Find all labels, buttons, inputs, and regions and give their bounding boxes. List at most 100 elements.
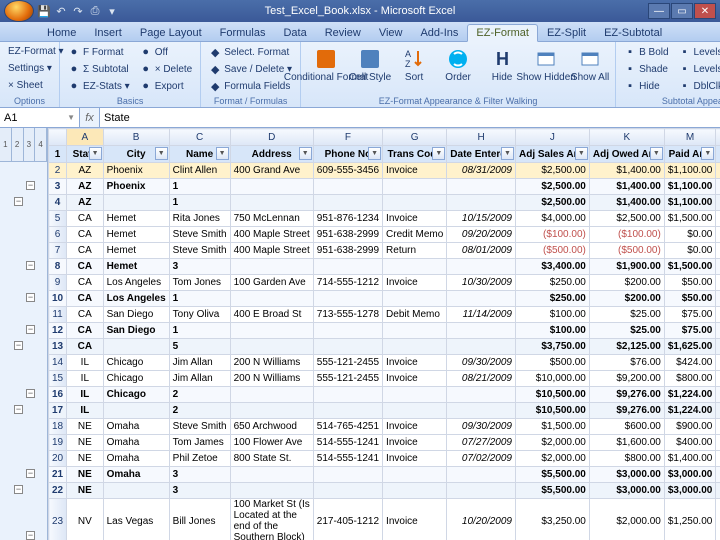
col-header-C[interactable]: C (169, 129, 230, 146)
field-header[interactable]: State▼ (67, 146, 103, 163)
cell[interactable]: $2,000.00 (515, 451, 589, 467)
field-header[interactable]: Pct of Sale▼ (716, 146, 720, 163)
ribbon-btn[interactable]: ◆Save / Delete ▾ (205, 61, 296, 77)
field-header[interactable]: Adj Owed Amt▼ (589, 146, 664, 163)
cell[interactable]: $1,900.00 (589, 259, 664, 275)
show-hidden-button[interactable]: Show Hidden (525, 44, 567, 95)
cell[interactable]: $9,276.00 (589, 403, 664, 419)
cell[interactable]: 56.00% (716, 195, 720, 211)
cell[interactable]: 713-555-1278 (313, 307, 382, 323)
cell[interactable]: $1,100.00 (664, 195, 716, 211)
cell[interactable]: Tony Oliva (169, 307, 230, 323)
cell[interactable]: NE (67, 451, 103, 467)
row-header-20[interactable]: 20 (49, 451, 67, 467)
cell[interactable]: $25.00 (589, 307, 664, 323)
cell[interactable]: $1,500.00 (515, 419, 589, 435)
row-header-3[interactable]: 3 (49, 179, 67, 195)
cell[interactable]: 650 Archwood (230, 419, 313, 435)
cell[interactable] (313, 195, 382, 211)
tab-ezsplit[interactable]: EZ-Split (538, 24, 595, 41)
cell[interactable]: 09/30/2009 (447, 355, 516, 371)
cell[interactable]: Rita Jones (169, 211, 230, 227)
cell[interactable] (230, 403, 313, 419)
cell[interactable]: 08/21/2009 (447, 371, 516, 387)
cell[interactable]: NE (67, 435, 103, 451)
cell[interactable]: 555-121-2455 (313, 355, 382, 371)
cell[interactable]: 5 (169, 339, 230, 355)
row-header-9[interactable]: 9 (49, 275, 67, 291)
cell[interactable]: $4,000.00 (515, 211, 589, 227)
cell[interactable]: Chicago (103, 371, 169, 387)
cell[interactable]: Invoice (383, 419, 447, 435)
cell[interactable]: IL (67, 371, 103, 387)
cell[interactable]: 3 (169, 467, 230, 483)
cell[interactable]: Las Vegas (103, 499, 169, 540)
office-button[interactable] (4, 0, 34, 22)
cell[interactable]: 514-555-1241 (313, 451, 382, 467)
row-header-21[interactable]: 21 (49, 467, 67, 483)
cell[interactable]: NE (67, 483, 103, 499)
cell[interactable] (313, 291, 382, 307)
cell[interactable]: 80.00% (716, 275, 720, 291)
cell[interactable]: 200 N Williams (230, 355, 313, 371)
cell[interactable]: Return (383, 243, 447, 259)
cell[interactable] (383, 387, 447, 403)
cell[interactable]: Invoice (383, 499, 447, 540)
cell[interactable]: $2,500.00 (515, 163, 589, 179)
outline-collapse[interactable]: − (14, 405, 23, 414)
cell[interactable]: $1,400.00 (589, 195, 664, 211)
cell[interactable]: 400 E Broad St (230, 307, 313, 323)
qat-undo-icon[interactable]: ↶ (54, 4, 68, 18)
cell[interactable]: CA (67, 323, 103, 339)
col-header-D[interactable]: D (230, 129, 313, 146)
outline-collapse[interactable]: − (14, 485, 23, 494)
cell[interactable]: 88.34% (716, 403, 720, 419)
cell[interactable]: $400.00 (664, 435, 716, 451)
cell[interactable]: 400 Grand Ave (230, 163, 313, 179)
col-header-G[interactable]: G (383, 129, 447, 146)
col-header-K[interactable]: K (589, 129, 664, 146)
cell[interactable]: 54.55% (716, 467, 720, 483)
cell[interactable]: 10/15/2009 (447, 211, 516, 227)
cell[interactable]: Tom James (169, 435, 230, 451)
tab-view[interactable]: View (370, 24, 412, 41)
cell[interactable] (447, 323, 516, 339)
outline-level-1[interactable]: 1 (0, 128, 12, 162)
cell[interactable]: Jim Allan (169, 355, 230, 371)
row-header-23[interactable]: 23 (49, 499, 67, 540)
row-header-17[interactable]: 17 (49, 403, 67, 419)
cell[interactable]: 555-121-2455 (313, 371, 382, 387)
cell[interactable]: $1,500.00 (664, 259, 716, 275)
cell[interactable]: $3,400.00 (515, 259, 589, 275)
col-header-F[interactable]: F (313, 129, 382, 146)
cell[interactable]: $1,400.00 (664, 451, 716, 467)
filter-icon[interactable]: ▼ (216, 147, 229, 160)
cell[interactable]: IL (67, 355, 103, 371)
cell[interactable]: $2,000.00 (589, 499, 664, 540)
cell[interactable]: $2,000.00 (515, 435, 589, 451)
cell[interactable]: Credit Memo (383, 227, 447, 243)
cell[interactable] (313, 467, 382, 483)
cell[interactable]: Hemet (103, 211, 169, 227)
cell[interactable]: $800.00 (589, 451, 664, 467)
cell[interactable]: 951-638-2999 (313, 243, 382, 259)
cell[interactable]: CA (67, 275, 103, 291)
cell[interactable] (230, 483, 313, 499)
cell[interactable]: Omaha (103, 435, 169, 451)
cell[interactable] (230, 339, 313, 355)
cell[interactable] (230, 323, 313, 339)
cell[interactable]: 61.54% (716, 499, 720, 540)
cell[interactable] (103, 483, 169, 499)
cell[interactable] (447, 339, 516, 355)
filter-icon[interactable]: ▼ (299, 147, 312, 160)
cell[interactable] (313, 259, 382, 275)
cell[interactable]: $9,276.00 (589, 387, 664, 403)
cell[interactable] (383, 323, 447, 339)
cell[interactable]: 88.34% (716, 387, 720, 403)
cell[interactable]: $50.00 (664, 275, 716, 291)
cell[interactable]: 800 State St. (230, 451, 313, 467)
cell[interactable]: 07/02/2009 (447, 451, 516, 467)
cell[interactable]: Chicago (103, 355, 169, 371)
cell[interactable]: 514-765-4251 (313, 419, 382, 435)
conditional-format-button[interactable]: Conditional Format (305, 44, 347, 95)
